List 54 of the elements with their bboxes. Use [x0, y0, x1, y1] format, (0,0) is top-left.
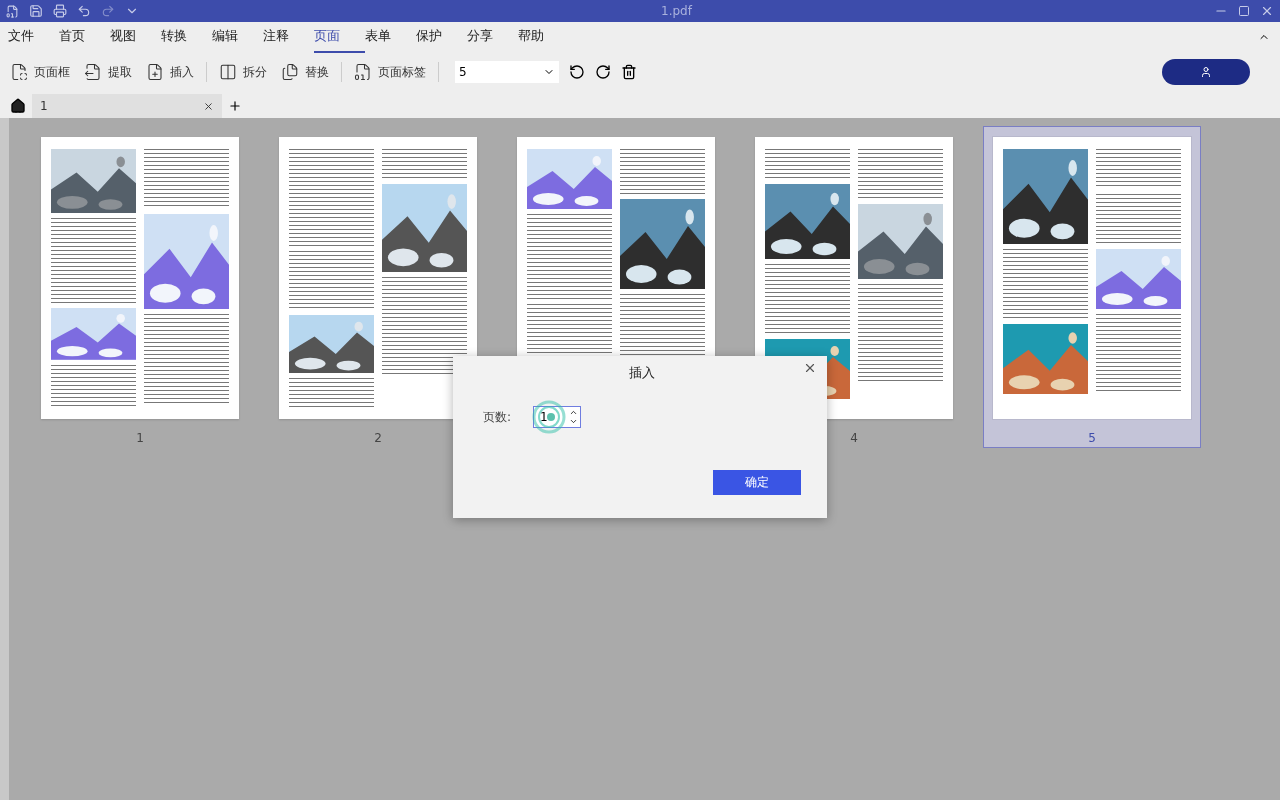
toolbar-button[interactable]: 页面框: [8, 61, 72, 83]
menu-tab[interactable]: 注释: [263, 21, 314, 53]
menu-tab[interactable]: 编辑: [212, 21, 263, 53]
menu-tab[interactable]: 表单: [365, 21, 416, 53]
toolbar-button[interactable]: 插入: [144, 61, 196, 83]
home-icon[interactable]: [10, 98, 26, 114]
close-icon: [803, 361, 817, 375]
save-icon[interactable]: [29, 4, 43, 18]
undo-icon[interactable]: [77, 4, 91, 18]
dialog-title: 插入: [629, 364, 655, 382]
toolbar-button[interactable]: 替换: [279, 61, 331, 83]
rotate-left-icon[interactable]: [569, 64, 585, 80]
page-number: 2: [374, 431, 382, 445]
click-ripple-drawing: [532, 400, 566, 434]
delete-icon[interactable]: [621, 64, 637, 80]
maximize-icon[interactable]: [1238, 5, 1250, 17]
page-number: 5: [1088, 431, 1096, 445]
menu-tab[interactable]: 页面: [314, 21, 365, 53]
page-select[interactable]: 5: [455, 61, 559, 83]
print-icon[interactable]: [53, 4, 67, 18]
field-label: 页数:: [483, 408, 512, 426]
menu-tab[interactable]: 转换: [161, 21, 212, 53]
rotate-right-icon[interactable]: [595, 64, 611, 80]
app-logo-icon: [6, 4, 19, 18]
toolbar-button[interactable]: 提取: [82, 61, 134, 83]
menu-tab[interactable]: 分享: [467, 21, 518, 53]
close-icon[interactable]: [1260, 4, 1274, 18]
tab-title: 1: [40, 99, 48, 113]
close-icon[interactable]: [203, 100, 214, 112]
selected-page-frame[interactable]: 5: [983, 126, 1201, 448]
toolbar-button[interactable]: 页面标签: [352, 61, 428, 83]
menu-tab[interactable]: 视图: [110, 21, 161, 53]
toolbar-button[interactable]: 拆分: [217, 61, 269, 83]
page-label-icon: [354, 63, 372, 81]
split-icon: [219, 63, 237, 81]
page-count-field[interactable]: 1: [533, 406, 582, 428]
page-box-icon: [10, 63, 28, 81]
account-button[interactable]: [1162, 59, 1250, 85]
decrement-icon[interactable]: [569, 417, 579, 426]
document-tab[interactable]: 1: [32, 94, 222, 118]
page-number: 1: [136, 431, 144, 445]
increment-icon[interactable]: [569, 408, 579, 417]
menu-tab[interactable]: 帮助: [518, 21, 569, 53]
extract-icon: [84, 63, 102, 81]
page-number: 4: [850, 431, 858, 445]
menu-tab[interactable]: 首页: [59, 21, 110, 53]
user-icon: [1200, 66, 1212, 78]
menu-tab[interactable]: 保护: [416, 21, 467, 53]
replace-icon: [281, 63, 299, 81]
insert-page-icon: [146, 63, 164, 81]
menu-tab[interactable]: 文件: [8, 21, 59, 53]
window-title: 1.pdf: [660, 4, 694, 18]
confirm-button[interactable]: 确定: [713, 470, 801, 495]
new-tab-icon[interactable]: [228, 99, 242, 113]
